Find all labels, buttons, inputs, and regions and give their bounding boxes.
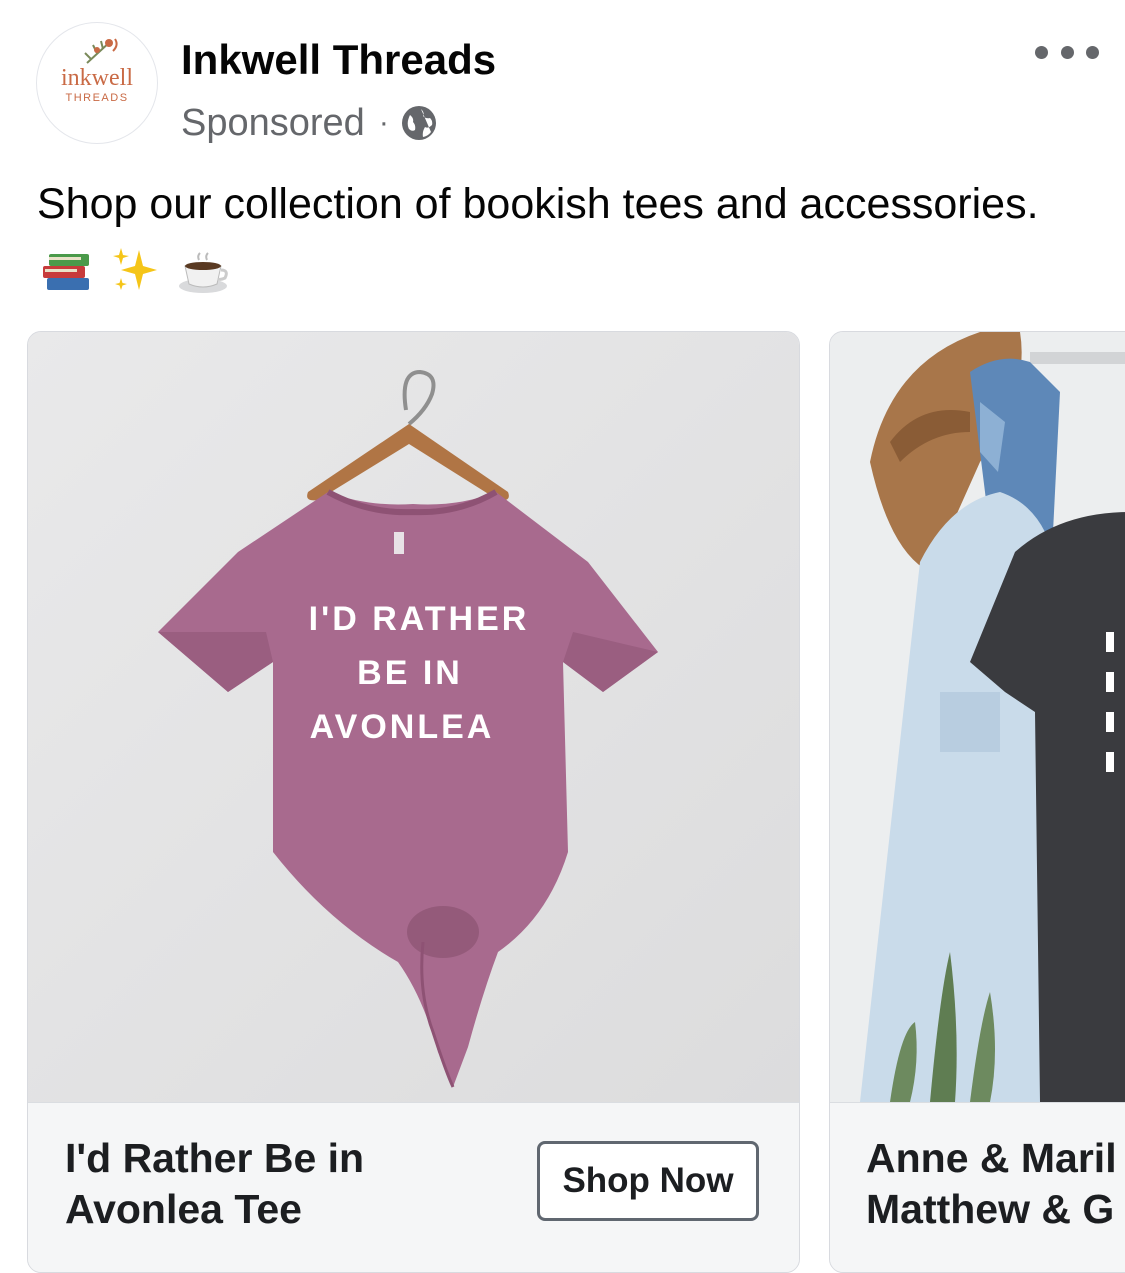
product-title-line-2: Avonlea Tee bbox=[65, 1186, 302, 1232]
more-dot-icon bbox=[1035, 45, 1048, 59]
page-avatar[interactable]: inkwell THREADS bbox=[36, 22, 158, 144]
shirt-print-line-3: AVONLEA bbox=[310, 708, 495, 746]
coffee-emoji-icon bbox=[178, 252, 228, 293]
sponsored-label[interactable]: Sponsored bbox=[181, 102, 365, 145]
page-name[interactable]: Inkwell Threads bbox=[181, 36, 496, 84]
shirt-print-line-1: I'D RATHER bbox=[309, 600, 530, 638]
product-title[interactable]: Anne & Maril Matthew & G bbox=[866, 1133, 1125, 1235]
caption-text: Shop our collection of bookish tees and … bbox=[37, 180, 1039, 228]
more-dot-icon bbox=[1086, 45, 1099, 59]
shop-now-button[interactable]: Shop Now bbox=[537, 1141, 759, 1221]
product-title-line-1: I'd Rather Be in bbox=[65, 1135, 365, 1181]
post-header: inkwell THREADS Inkwell Threads Sponsore… bbox=[0, 0, 1125, 160]
product-title-line-1: Anne & Maril bbox=[866, 1135, 1117, 1181]
more-options-button[interactable] bbox=[1035, 30, 1099, 74]
product-image-avonlea-tee[interactable]: I'D RATHER BE IN AVONLEA bbox=[28, 332, 799, 1102]
product-title[interactable]: I'd Rather Be in Avonlea Tee bbox=[65, 1133, 505, 1235]
product-title-line-2: Matthew & G bbox=[866, 1186, 1115, 1232]
card-footer: Anne & Maril Matthew & G bbox=[830, 1102, 1125, 1272]
logo-wordmark: inkwell bbox=[61, 65, 133, 91]
more-dot-icon bbox=[1060, 45, 1074, 59]
carousel-card-1[interactable]: I'D RATHER BE IN AVONLEA I'd Rather Be i… bbox=[27, 331, 800, 1273]
meta-separator: · bbox=[378, 106, 389, 139]
sparkles-emoji-icon bbox=[112, 248, 157, 290]
globe-icon[interactable] bbox=[401, 105, 437, 141]
product-image-clothes-rack[interactable] bbox=[830, 332, 1125, 1102]
carousel-card-2[interactable]: Anne & Maril Matthew & G bbox=[829, 331, 1125, 1273]
post-caption: Shop our collection of bookish tees and … bbox=[37, 168, 1097, 312]
card-footer: I'd Rather Be in Avonlea Tee Shop Now bbox=[28, 1102, 799, 1272]
shirt-print-line-2: BE IN bbox=[357, 654, 463, 692]
floral-sprig-icon bbox=[84, 38, 118, 64]
logo-subtitle: THREADS bbox=[65, 92, 128, 104]
inkwell-logo: inkwell THREADS bbox=[61, 38, 133, 104]
post-meta: Sponsored · bbox=[181, 98, 437, 148]
books-emoji-icon bbox=[43, 254, 89, 290]
